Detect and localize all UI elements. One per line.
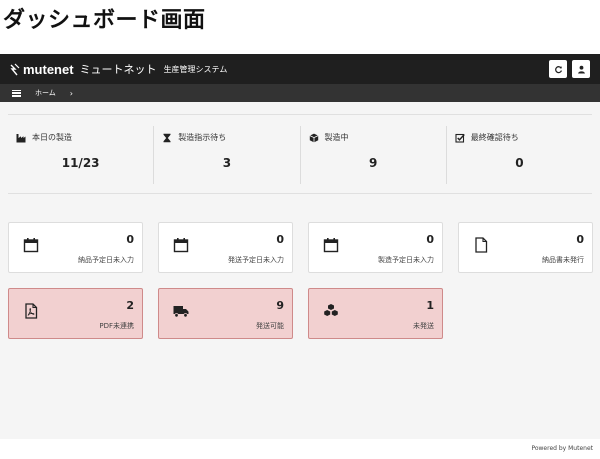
card-label: 納品書未発行	[542, 256, 584, 264]
card-label: 製造予定日未入力	[378, 256, 434, 264]
stat-label: 製造中	[324, 133, 349, 142]
cubes-icon	[324, 304, 338, 316]
breadcrumb-home[interactable]: ホーム	[35, 88, 56, 98]
truck-icon	[173, 306, 189, 318]
card-delivery-date-missing[interactable]: 0 納品予定日未入力	[8, 222, 143, 273]
calendar-icon	[173, 238, 189, 253]
calendar-icon	[323, 238, 339, 253]
factory-icon	[16, 133, 26, 142]
top-navbar: mutenet ミュートネット 生産管理システム	[0, 54, 600, 84]
main-content: 本日の製造 11/23 製造指示待ち 3 製造中 9 最終確認待ち 0 0 納品…	[0, 102, 600, 439]
card-count: 1	[426, 299, 434, 312]
card-shipping-date-missing[interactable]: 0 発送予定日未入力	[158, 222, 293, 273]
stat-today-production: 本日の製造 11/23	[8, 126, 155, 184]
stat-value: 3	[222, 156, 232, 170]
card-count: 0	[126, 233, 134, 246]
stat-value: 11/23	[61, 156, 100, 170]
page-heading: ダッシュボード画面	[3, 8, 206, 33]
stat-label: 最終確認待ち	[470, 133, 519, 142]
card-count: 0	[426, 233, 434, 246]
file-icon	[475, 237, 488, 253]
card-label: 納品予定日未入力	[78, 256, 134, 264]
brand-subtitle: 生産管理システム	[163, 64, 228, 74]
user-button[interactable]	[572, 60, 590, 78]
breadcrumb-separator: ›	[69, 88, 73, 98]
user-icon	[577, 65, 585, 74]
refresh-button[interactable]	[549, 60, 567, 78]
card-count: 0	[276, 233, 284, 246]
card-count: 2	[126, 299, 134, 312]
card-invoice-not-issued[interactable]: 0 納品書未発行	[458, 222, 593, 273]
stat-value: 9	[368, 156, 378, 170]
card-label: 発送可能	[256, 322, 284, 330]
card-not-shipped[interactable]: 1 未発送	[308, 288, 443, 339]
stat-in-production: 製造中 9	[301, 126, 447, 184]
card-label: 発送予定日未入力	[228, 256, 284, 264]
hourglass-icon	[163, 133, 171, 142]
calendar-icon	[23, 238, 39, 253]
card-label: PDF未連携	[99, 322, 134, 330]
footer: Powered by Mutenet	[0, 439, 600, 459]
card-pdf-not-linked[interactable]: 2 PDF未連携	[8, 288, 143, 339]
cube-icon	[309, 133, 318, 142]
stat-final-check: 最終確認待ち 0	[447, 126, 592, 184]
logo-mark-icon	[10, 63, 20, 75]
divider	[8, 114, 592, 115]
stat-waiting-instruction: 製造指示待ち 3	[154, 126, 301, 184]
brand[interactable]: mutenet ミュートネット 生産管理システム	[10, 61, 227, 77]
stats-row: 本日の製造 11/23 製造指示待ち 3 製造中 9 最終確認待ち 0	[8, 126, 592, 184]
card-production-date-missing[interactable]: 0 製造予定日未入力	[308, 222, 443, 273]
card-label: 未発送	[413, 322, 434, 330]
card-count: 0	[576, 233, 584, 246]
stat-label: 本日の製造	[32, 133, 72, 142]
card-count: 9	[276, 299, 284, 312]
sub-navbar: ホーム ›	[0, 84, 600, 102]
stat-value: 0	[515, 156, 524, 170]
brand-name: ミュートネット	[79, 63, 157, 76]
refresh-icon	[554, 65, 562, 73]
stat-label: 製造指示待ち	[178, 133, 227, 142]
powered-by: Powered by Mutenet	[531, 445, 593, 452]
menu-icon[interactable]	[12, 89, 21, 97]
check-square-icon	[455, 133, 465, 143]
pdf-file-icon	[25, 303, 38, 319]
brand-logo: mutenet	[23, 61, 74, 77]
divider	[8, 193, 592, 194]
card-ready-to-ship[interactable]: 9 発送可能	[158, 288, 293, 339]
header-actions	[549, 60, 590, 78]
